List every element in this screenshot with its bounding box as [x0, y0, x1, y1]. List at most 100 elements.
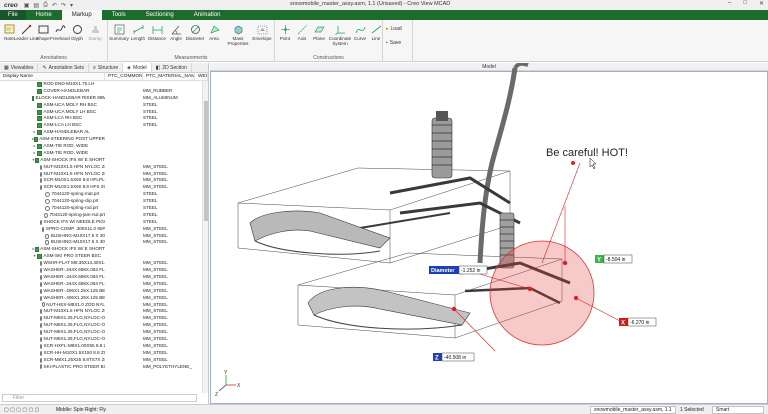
tree-row[interactable]: WASHER-.406X1.25X.125 BELLS-Y MM_STEEL [0, 295, 208, 302]
tree-row[interactable]: ▾ ASM-SKI PRO STEER BSC [0, 253, 208, 260]
close-button[interactable]: ✕ [759, 0, 764, 7]
tree-row[interactable]: BUSHING-M10X17.5 X 30 MM_STEEL [0, 233, 208, 240]
tree-row[interactable]: ▸ ASM-HANDLEBAR AL [0, 129, 208, 136]
tree-row[interactable]: NUT-M8X1.25,FLG,NYLOC-OLIVE D MM_STEEL [0, 315, 208, 322]
tree-scrollbar[interactable] [202, 81, 208, 393]
visibility-checkbox-icon[interactable] [37, 109, 42, 115]
tree-row[interactable]: NUT-HEX-M8X1.0 ZOD NYL MM_STEEL [0, 302, 208, 309]
note-text[interactable]: Be careful! HOT! [546, 147, 628, 159]
tree-row[interactable]: 7044120-spring-rod.prt STEEL [0, 205, 208, 212]
diameter-button[interactable]: Diameter [186, 23, 204, 41]
tab-structure[interactable]: ≡ Structure [89, 63, 124, 72]
tab-model[interactable]: ◈ Model [123, 63, 152, 72]
tree-row[interactable]: ▸ ASM-TIE ROD, WIDE [0, 143, 208, 150]
visibility-checkbox-icon[interactable] [34, 157, 39, 163]
area-button[interactable]: Area [205, 23, 223, 41]
tree-row[interactable]: ASM-UCA MOLY LH BSC STEEL [0, 109, 208, 116]
graphics-window[interactable]: Model Be careful! HOT! Y -8.504 in Diame… [210, 63, 768, 404]
tree-row[interactable]: SCR-HXFL-M8X1.00X55 8.8 ZOD MM_STEEL [0, 343, 208, 350]
undo-icon[interactable]: ↶ [52, 2, 57, 9]
tab-animation[interactable]: Animation [184, 10, 231, 20]
visibility-checkbox-icon[interactable] [34, 247, 39, 253]
plane-button[interactable]: Plane [310, 23, 328, 41]
tree-row[interactable]: NUT-M10X1.5 HFN NYLOC ZOD MM_STEEL [0, 164, 208, 171]
visibility-checkbox-icon[interactable] [37, 130, 42, 136]
column-display-name[interactable]: Display Name [0, 73, 105, 80]
filter-input[interactable]: Filter [2, 394, 197, 402]
tree-row[interactable]: WASHER-.344X.688X.063 FL-ZOD MM_STEEL [0, 281, 208, 288]
tree-row[interactable]: WASHER-.344X.688X.063 FL-ZOD MM_STEEL [0, 274, 208, 281]
visibility-checkbox-icon[interactable] [37, 150, 42, 156]
tree-row[interactable]: SCR-M10X1.5X50 8.8 HFLPL ZOD MM_STEEL [0, 177, 208, 184]
coordinate-system-button[interactable]: Coordinate System [328, 23, 352, 46]
dim-x-label[interactable]: X -6.270 in [619, 317, 657, 327]
print-icon[interactable]: ⎙ [43, 2, 48, 9]
selection-filter-dropdown[interactable]: Smart [712, 406, 764, 414]
save-button[interactable]: ▪ Save [386, 40, 401, 46]
visibility-checkbox-icon[interactable] [37, 102, 42, 108]
redo-icon[interactable]: ↷ [61, 2, 66, 9]
tree-row[interactable]: SCR-M8X1.25X25 8.8TS7X ZOD P80 MM_STEEL [0, 357, 208, 364]
tree-row[interactable]: ASM-UCA MOLY RH BSC STEEL [0, 102, 208, 109]
tree-row[interactable]: WASHER-.406X1.25X.125 BELLS-Y MM_STEEL [0, 288, 208, 295]
angle-button[interactable]: Angle [167, 23, 185, 41]
visibility-checkbox-icon[interactable] [37, 143, 42, 149]
leader-line-button[interactable]: Leader Line [14, 23, 38, 41]
tree-row[interactable]: SCR-M10X1.5X60 8.8 HFS ZOD MM_STEEL [0, 184, 208, 191]
tree-row[interactable]: SKI-PLASTIC PRO STEER BSC MM_POLYETHYLENE… [0, 364, 208, 371]
tree-row[interactable]: WASHER-.344X.688X.063 FL-ZOD MM_STEEL [0, 267, 208, 274]
model-viewport[interactable]: Be careful! HOT! Y -8.504 in Diameter -1… [210, 63, 768, 404]
part-select-dropdown[interactable]: snowmobile_master_assy.asm, 1.1 [590, 406, 676, 414]
tree-row[interactable]: ROD END-M10X1.75 LH [0, 81, 208, 88]
tab-home[interactable]: Home [26, 10, 62, 20]
tree-row[interactable]: NUT-M10X1.5 HFN NYLOC ZOD MM_STEEL [0, 171, 208, 178]
visibility-checkbox-icon[interactable] [37, 123, 42, 129]
tree-row[interactable]: COVER-HANDLEBAR MM_RUBBER [0, 88, 208, 95]
tree-row[interactable]: BUSHING-M10X17.5 X 30 MM_STEEL [0, 239, 208, 246]
tree-row[interactable]: ASM-LCA LH BSC STEEL [0, 122, 208, 129]
tree-scrollbar-thumb[interactable] [204, 101, 208, 221]
point-button[interactable]: Point [276, 23, 294, 41]
stamp-button[interactable]: Stamp [86, 23, 104, 41]
tree-row[interactable]: BLOCK-HANDLEBAR RISER 88MM MM_ALUMINUM [0, 95, 208, 102]
dim-diameter-label[interactable]: Diameter -1.252 in [429, 265, 488, 275]
tree-row[interactable]: 7044120-spring-jam-nut.prt STEEL [0, 212, 208, 219]
visibility-checkbox-icon[interactable] [34, 137, 38, 143]
glyph-button[interactable]: Glyph [68, 23, 86, 41]
tree-row[interactable]: 7044120-spring-mat.prt STEEL [0, 191, 208, 198]
visibility-checkbox-icon[interactable] [32, 95, 34, 101]
tab-annotation-sets[interactable]: ✎ Annotation Sets [38, 63, 89, 72]
distance-button[interactable]: Distance [148, 23, 166, 41]
load-button[interactable]: ▸ Load [386, 26, 402, 32]
dim-y-label[interactable]: Y -8.504 in [595, 254, 633, 264]
tree-row[interactable]: SCR-HH-M10X1.5X150 8.8 ZOD MM_STEEL [0, 350, 208, 357]
qat-dropdown-icon[interactable]: ▾ [70, 2, 73, 9]
envelope-button[interactable]: Envelope [251, 23, 273, 41]
tree-row[interactable]: ▸ ASM-STEERING POST UPPER [0, 136, 208, 143]
tab-markup[interactable]: Markup [61, 10, 102, 20]
length-button[interactable]: Length [129, 23, 147, 41]
column-material-name[interactable]: PTC_MATERIAL_NAM... [143, 73, 195, 80]
open-icon[interactable]: ▣ [24, 2, 30, 9]
tree-row[interactable]: NUT-M8X1.25,FLG,NYLOC-OLIVE D MM_STEEL [0, 336, 208, 343]
tree-row[interactable]: SHOCK IFS W/ NEEDLE PIGGY SHRT STEEL [0, 219, 208, 226]
tab-tools[interactable]: Tools [102, 10, 136, 20]
maximize-button[interactable]: □ [743, 0, 747, 7]
freehand-button[interactable]: Freehand [50, 23, 70, 41]
tab-viewables[interactable]: ▦ Viewables [0, 63, 39, 72]
tree-row[interactable]: ▸ ASM-SHOCK IFS W/ E SHORT [0, 246, 208, 253]
tree-row[interactable]: NUT-M8X1.25,FLG,NYLOC-OLIVE D MM_STEEL [0, 329, 208, 336]
tree-row[interactable]: ASM-LCA RH BSC STEEL [0, 115, 208, 122]
tree-row[interactable]: WSHR-FLAT M8.35X14.30X1.2 ZOD MM_STEEL [0, 260, 208, 267]
tab-sectioning[interactable]: Sectioning [136, 10, 184, 20]
summary-button[interactable]: Summary [109, 23, 129, 41]
dim-z-label[interactable]: Z -40.508 in [433, 352, 475, 362]
visibility-checkbox-icon[interactable] [37, 254, 42, 260]
visibility-checkbox-icon[interactable] [37, 81, 42, 87]
minimize-button[interactable]: – [728, 0, 731, 7]
axis-button[interactable]: Axis [293, 23, 311, 41]
save-icon[interactable]: ▤ [33, 2, 39, 9]
tree-row[interactable]: SPRG-COMP .306X11.0 80# MM_STEEL [0, 226, 208, 233]
mass-properties-button[interactable]: Mass Properties [226, 23, 250, 46]
tab-file[interactable]: File [0, 10, 26, 20]
